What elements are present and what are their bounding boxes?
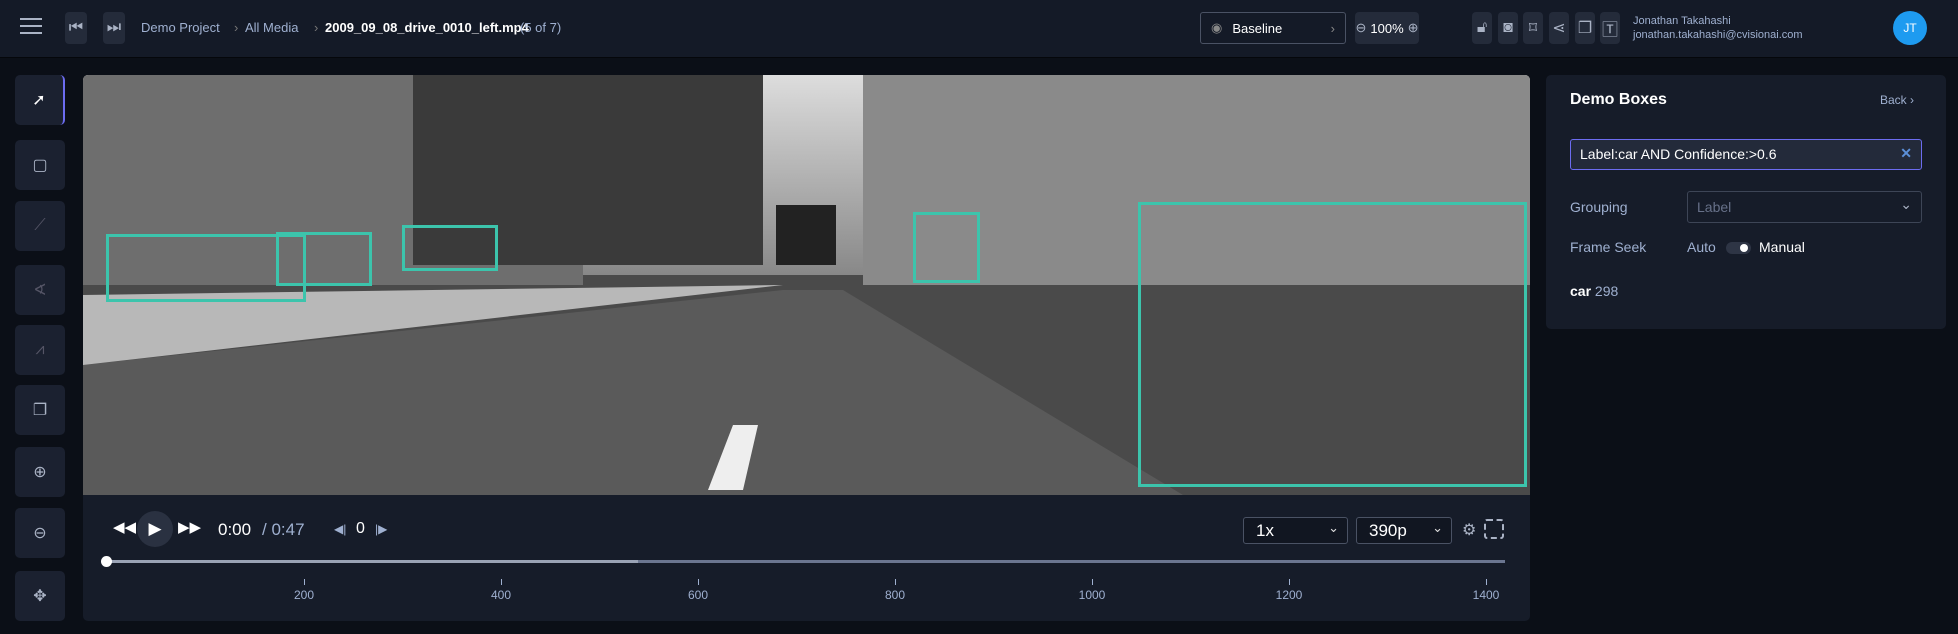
user-name: Jonathan Takahashi [1633,15,1731,27]
file-name: 2009_09_08_drive_0010_left.mp4 [325,20,529,35]
zoom-in-icon[interactable]: ⊕ [1408,20,1419,36]
seek-auto-label: Auto [1687,239,1716,255]
avatar[interactable]: JT [1893,11,1927,45]
grouping-value: Label [1697,199,1732,215]
menu-icon[interactable] [20,18,42,34]
rewind-button[interactable]: ◀◀ [113,518,136,536]
speed-select[interactable]: 1x ⌄ [1243,517,1348,544]
grouping-select[interactable]: Label ⌄ [1687,191,1922,223]
select-tool[interactable]: ➚ [15,75,65,125]
side-panel: Demo Boxes Back › Label:car AND Confiden… [1546,75,1946,329]
fullscreen-icon[interactable] [1484,519,1504,539]
back-link[interactable]: Back › [1880,93,1914,107]
timeline-tick: 200 [284,579,324,602]
result-count: 298 [1594,283,1619,299]
speed-value: 1x [1256,521,1274,540]
zoom-control: ⊖ 100% ⊕ [1355,12,1419,44]
bookmark-button[interactable]: ⌑ [1523,12,1543,44]
file-position: (5 of 7) [520,20,562,35]
duration: / 0:47 [262,520,305,539]
previous-frame-button[interactable]: ◀| [334,522,346,536]
timeline-tick: 1400 [1466,579,1506,602]
breadcrumb-separator: › [314,20,319,35]
chevron-down-icon: ⌄ [1432,520,1443,535]
top-bar: ⏮ ⏭ Demo Project › All Media › 2009_09_0… [0,0,1958,58]
current-time: 0:00 [218,520,252,539]
result-label: car [1570,283,1592,299]
next-frame-button[interactable]: |▶ [375,522,387,536]
previous-media-button[interactable]: ⏮ [65,12,87,44]
car-bounding-box[interactable] [276,232,372,286]
chevron-down-icon: ⌄ [1900,196,1912,212]
timeline-tick: 800 [875,579,915,602]
play-button[interactable]: ▶ [137,511,173,547]
next-media-button[interactable]: ⏭ [103,12,125,44]
car-bounding-box[interactable] [1138,202,1527,487]
lock-button[interactable]: 🔓︎ [1472,12,1492,44]
camera-button[interactable]: ◙ [1498,12,1518,44]
breadcrumb-separator: › [234,20,239,35]
chevron-right-icon: › [1330,20,1335,36]
share-button[interactable]: ⋖ [1549,12,1569,44]
layers-button[interactable]: ❐ [1575,12,1595,44]
zoom-in-tool[interactable]: ⊕ [15,447,65,497]
video-frame[interactable] [83,75,1530,495]
timeline-tick: 600 [678,579,718,602]
settings-icon[interactable]: ⚙ [1462,520,1476,540]
zoom-out-icon[interactable]: ⊖ [1355,20,1366,36]
angle-tool[interactable]: ∢ [15,265,65,315]
grouping-label: Grouping [1570,199,1628,215]
polyline-tool[interactable]: ⩘ [15,325,65,375]
user-email: jonathan.takahashi@cvisionai.com [1633,29,1803,41]
zoom-level: 100% [1370,20,1404,36]
quality-value: 390p [1369,521,1407,540]
line-tool[interactable]: ⟋ [15,201,65,251]
car-bounding-box[interactable] [402,225,498,271]
frame-number: 0 [356,520,365,537]
timeline-buffered [107,560,639,563]
timeline-tick: 400 [481,579,521,602]
pan-tool[interactable]: ✥ [15,571,65,621]
frame-seek-toggle[interactable] [1726,242,1751,254]
seek-manual-label: Manual [1759,239,1805,255]
panel-title: Demo Boxes [1570,91,1667,108]
timeline-tick: 1000 [1072,579,1112,602]
breadcrumb-media[interactable]: All Media [245,20,298,35]
frame-seek-label: Frame Seek [1570,239,1647,255]
timeline-tick: 1200 [1269,579,1309,602]
chevron-down-icon: ⌄ [1328,520,1339,535]
text-button[interactable]: 🅃︎ [1600,12,1620,44]
fast-forward-button[interactable]: ▶▶ [178,518,201,536]
clear-icon[interactable]: ✕ [1900,145,1912,162]
box-tool[interactable]: ▢ [15,140,65,190]
search-value: Label:car AND Confidence:>0.6 [1580,146,1777,162]
layers-tool[interactable]: ❐ [15,385,65,435]
result-row[interactable]: car 298 [1570,283,1618,299]
breadcrumb-project[interactable]: Demo Project [141,20,220,35]
eye-icon: ◉ [1211,20,1223,35]
back-label: Back [1880,93,1907,107]
view-label: Baseline [1232,20,1283,36]
user-info: Jonathan Takahashi jonathan.takahashi@cv… [1633,14,1803,42]
timeline-handle[interactable] [101,556,112,567]
car-bounding-box[interactable] [913,212,980,283]
view-selector[interactable]: ◉ Baseline › [1200,12,1346,44]
quality-select[interactable]: 390p ⌄ [1356,517,1452,544]
zoom-out-tool[interactable]: ⊖ [15,508,65,558]
search-input[interactable]: Label:car AND Confidence:>0.6 ✕ [1570,139,1922,170]
